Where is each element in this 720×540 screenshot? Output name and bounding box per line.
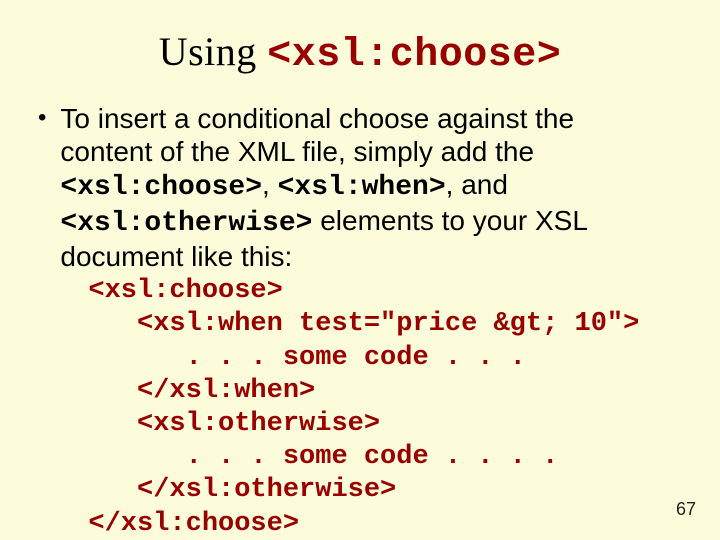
title-text: Using	[159, 29, 268, 74]
bullet-item: • To insert a conditional choose against…	[38, 102, 672, 540]
bullet-marker: •	[38, 102, 46, 134]
slide: Using <xsl:choose> • To insert a conditi…	[0, 0, 720, 540]
intro-sep1: ,	[262, 169, 278, 200]
code-sample: <xsl:choose> <xsl:when test="price &gt; …	[88, 275, 660, 540]
intro-text: To insert a conditional choose against t…	[60, 102, 660, 540]
inline-code-otherwise: <xsl:otherwise>	[60, 208, 312, 239]
inline-code-when: <xsl:when>	[278, 172, 446, 203]
slide-title: Using <xsl:choose>	[48, 28, 672, 78]
intro-part1: To insert a conditional choose against t…	[60, 103, 574, 167]
title-code: <xsl:choose>	[267, 33, 561, 78]
intro-sep2: , and	[446, 169, 508, 200]
inline-code-choose: <xsl:choose>	[60, 172, 262, 203]
page-number: 67	[676, 499, 696, 520]
